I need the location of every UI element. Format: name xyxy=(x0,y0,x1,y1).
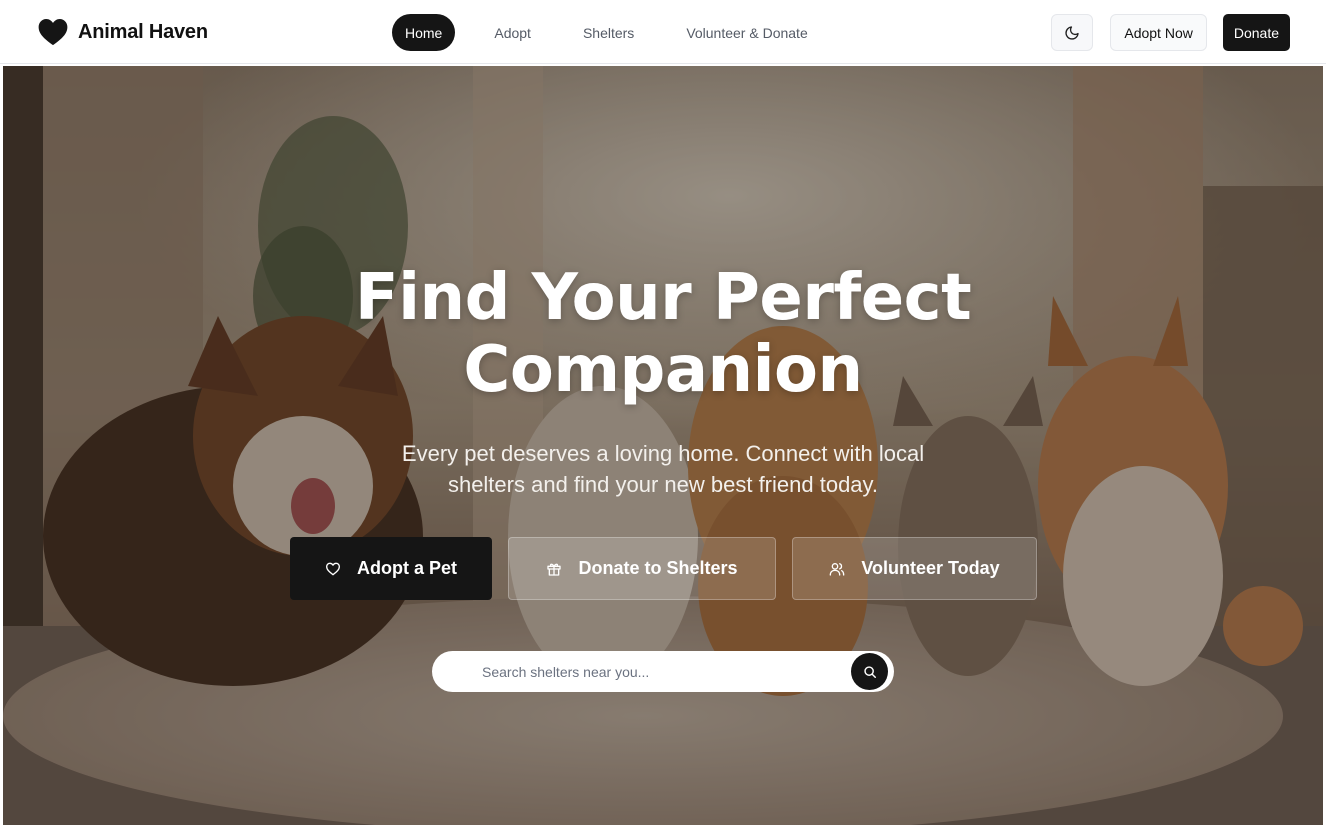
site-header: Animal Haven Home Adopt Shelters Volunte… xyxy=(0,0,1326,64)
hero-title: Find Your Perfect Companion xyxy=(3,262,1323,406)
hero-title-line-2: Companion xyxy=(463,333,863,407)
volunteer-today-label: Volunteer Today xyxy=(861,558,1000,578)
heart-outline-icon xyxy=(325,562,340,575)
brand-name: Animal Haven xyxy=(78,20,208,43)
volunteer-today-button[interactable]: Volunteer Today xyxy=(792,537,1037,600)
donate-to-shelters-button[interactable]: Donate to Shelters xyxy=(508,537,776,600)
nav-item-shelters[interactable]: Shelters xyxy=(570,14,647,51)
nav-item-home[interactable]: Home xyxy=(392,14,456,51)
hero-title-line-1: Find Your Perfect xyxy=(354,261,972,335)
gift-icon xyxy=(547,563,562,576)
adopt-a-pet-button[interactable]: Adopt a Pet xyxy=(290,537,492,600)
donate-button[interactable]: Donate xyxy=(1222,14,1290,51)
hero-cta-row: Adopt a Pet Donate to Shelters Volunteer… xyxy=(3,537,1323,600)
search-button[interactable] xyxy=(851,653,888,690)
header-actions: Adopt Now Donate xyxy=(1051,14,1290,51)
heart-icon xyxy=(38,19,68,46)
hero-content: Find Your Perfect Companion Every pet de… xyxy=(3,66,1323,825)
adopt-a-pet-label: Adopt a Pet xyxy=(356,558,457,578)
nav-item-adopt[interactable]: Adopt xyxy=(481,14,544,51)
shelter-search-bar xyxy=(432,651,894,692)
hero-subtitle-line-1: Every pet deserves a loving home. Connec… xyxy=(401,441,925,466)
hero-subtitle: Every pet deserves a loving home. Connec… xyxy=(333,438,993,500)
brand-logo[interactable]: Animal Haven xyxy=(38,17,208,47)
theme-toggle-button[interactable] xyxy=(1051,14,1094,51)
donate-to-shelters-label: Donate to Shelters xyxy=(578,558,738,578)
moon-icon xyxy=(1065,25,1080,40)
hero-subtitle-line-2: shelters and find your new best friend t… xyxy=(447,472,879,497)
users-icon xyxy=(829,562,845,576)
hero-section: Find Your Perfect Companion Every pet de… xyxy=(3,66,1323,825)
search-icon xyxy=(863,665,876,678)
adopt-now-button[interactable]: Adopt Now xyxy=(1110,14,1207,51)
nav-item-volunteer-donate[interactable]: Volunteer & Donate xyxy=(673,14,820,51)
main-nav: Home Adopt Shelters Volunteer & Donate xyxy=(392,14,847,51)
shelter-search-input[interactable] xyxy=(482,651,832,692)
